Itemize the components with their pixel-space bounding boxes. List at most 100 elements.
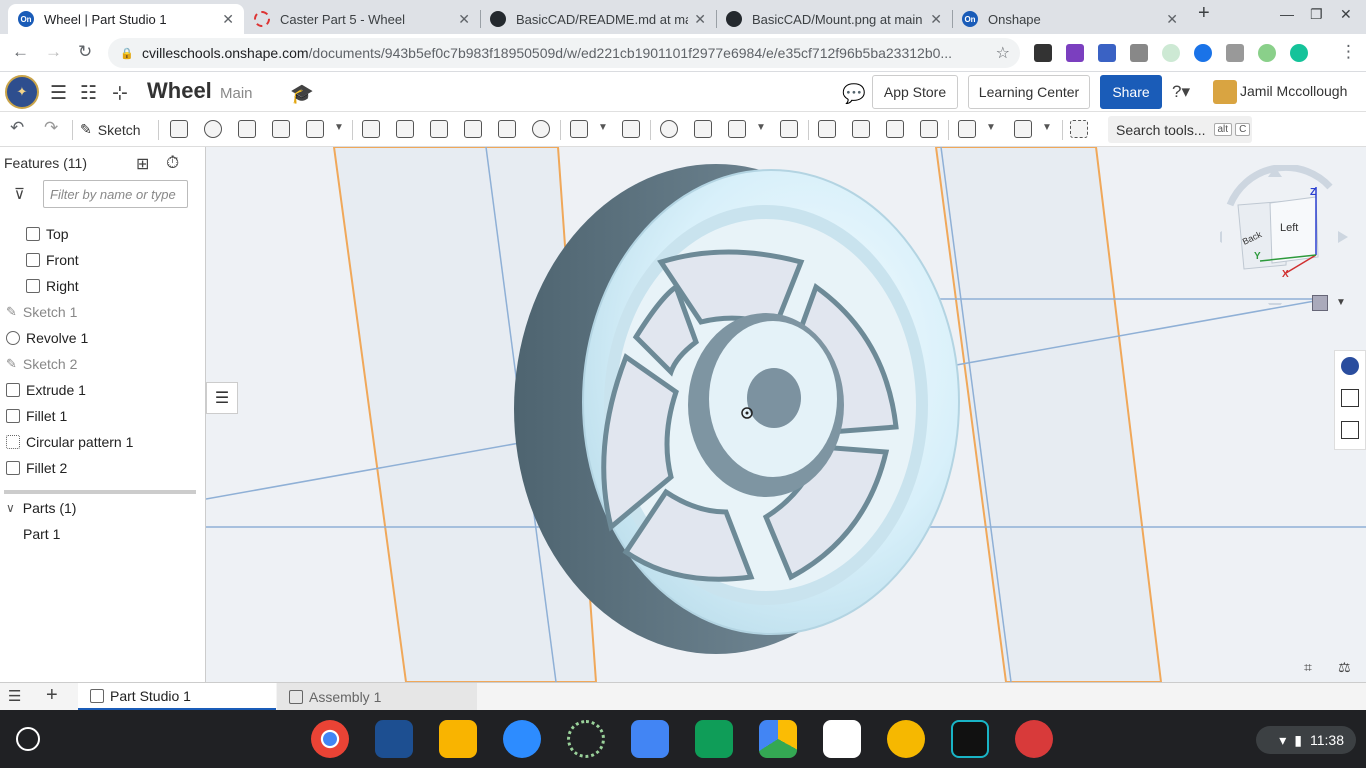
fillet-icon[interactable] bbox=[362, 120, 380, 138]
app-icon[interactable] bbox=[567, 720, 605, 758]
bom-icon[interactable] bbox=[1341, 389, 1359, 407]
close-window-icon[interactable]: ✕ bbox=[1340, 6, 1352, 23]
feature-item-fillet-2[interactable]: Fillet 2 bbox=[0, 455, 204, 481]
close-icon[interactable]: ✕ bbox=[458, 11, 470, 28]
mirror-icon[interactable] bbox=[622, 120, 640, 138]
new-tab-icon[interactable]: + bbox=[1198, 2, 1210, 25]
extension-icon[interactable] bbox=[1162, 44, 1180, 62]
modify-fillet-icon[interactable] bbox=[818, 120, 836, 138]
chevron-down-icon[interactable]: ▼ bbox=[1336, 297, 1346, 308]
minimize-icon[interactable]: — bbox=[1280, 6, 1294, 22]
close-icon[interactable]: ✕ bbox=[930, 11, 942, 28]
feature-item-sketch-2[interactable]: ✎ Sketch 2 bbox=[0, 351, 204, 377]
chamfer-icon[interactable] bbox=[396, 120, 414, 138]
draft-icon[interactable] bbox=[430, 120, 448, 138]
rollback-timer-icon[interactable]: ⏱ bbox=[166, 153, 179, 173]
browser-tab-onshape[interactable]: On Onshape ✕ bbox=[952, 4, 1188, 34]
chrome-app-icon[interactable] bbox=[311, 720, 349, 758]
user-name[interactable]: Jamil Mccollough bbox=[1240, 83, 1347, 99]
move-face-icon[interactable] bbox=[886, 120, 904, 138]
redo-icon[interactable]: ↷ bbox=[44, 118, 58, 138]
parts-header[interactable]: ∨ Parts (1) bbox=[0, 495, 204, 521]
feature-panel-toggle-icon[interactable]: ☰ bbox=[206, 382, 238, 414]
reload-icon[interactable]: ↻ bbox=[78, 42, 92, 62]
illuminate-app-icon[interactable] bbox=[823, 720, 861, 758]
insert-icon[interactable]: ⊹ bbox=[112, 82, 128, 105]
shell-icon[interactable] bbox=[498, 120, 516, 138]
delete-face-icon[interactable] bbox=[852, 120, 870, 138]
feature-item-front[interactable]: Front bbox=[0, 247, 204, 273]
url-bar[interactable]: 🔒 cvilleschools.onshape.com /documents/9… bbox=[108, 38, 1020, 68]
app-icon[interactable] bbox=[375, 720, 413, 758]
extrude-icon[interactable] bbox=[170, 120, 188, 138]
maximize-icon[interactable]: ❐ bbox=[1310, 6, 1323, 23]
delete-part-icon[interactable] bbox=[780, 120, 798, 138]
appearance-icon[interactable] bbox=[1341, 357, 1359, 375]
sheets-app-icon[interactable] bbox=[695, 720, 733, 758]
hamburger-menu-icon[interactable]: ☰ bbox=[50, 82, 67, 105]
measure-icon[interactable]: ⌗ bbox=[1304, 659, 1312, 676]
shield-extension-icon[interactable] bbox=[1194, 44, 1212, 62]
extension-icon[interactable] bbox=[1226, 44, 1244, 62]
tab-list-icon[interactable]: ☰ bbox=[8, 687, 21, 705]
learning-center-button[interactable]: Learning Center bbox=[968, 75, 1090, 109]
revolve-icon[interactable] bbox=[204, 120, 222, 138]
browser-tab-mount[interactable]: BasicCAD/Mount.png at main ✕ bbox=[716, 4, 952, 34]
add-element-icon[interactable]: + bbox=[46, 684, 58, 707]
add-folder-icon[interactable]: ⊞ bbox=[136, 154, 149, 174]
chevron-down-icon[interactable]: ▼ bbox=[598, 122, 608, 133]
chevron-down-icon[interactable]: ▼ bbox=[986, 122, 996, 133]
slides-app-icon[interactable] bbox=[439, 720, 477, 758]
tab-part-studio-1[interactable]: Part Studio 1 bbox=[78, 683, 276, 710]
code-app-icon[interactable] bbox=[951, 720, 989, 758]
loft-icon[interactable] bbox=[272, 120, 290, 138]
feature-item-fillet-1[interactable]: Fillet 1 bbox=[0, 403, 204, 429]
app-icon[interactable] bbox=[1015, 720, 1053, 758]
forward-arrow-icon[interactable]: → bbox=[45, 42, 62, 62]
chevron-down-icon[interactable]: ▼ bbox=[334, 122, 344, 133]
school-logo-icon[interactable]: ✦ bbox=[5, 75, 39, 109]
rib-icon[interactable] bbox=[464, 120, 482, 138]
pattern-icon[interactable] bbox=[570, 120, 588, 138]
browser-tab-readme[interactable]: BasicCAD/README.md at main ✕ bbox=[480, 4, 716, 34]
chevron-down-icon[interactable]: ▼ bbox=[756, 122, 766, 133]
grammarly-extension-icon[interactable] bbox=[1290, 44, 1308, 62]
extension-icon[interactable] bbox=[1098, 44, 1116, 62]
browser-tab-wheel-part-studio[interactable]: On Wheel | Part Studio 1 ✕ bbox=[8, 4, 244, 34]
extension-icon[interactable] bbox=[1258, 44, 1276, 62]
mate-connector-icon[interactable] bbox=[1014, 120, 1032, 138]
filter-icon[interactable]: ⊽ bbox=[14, 185, 25, 203]
filter-input[interactable] bbox=[43, 180, 188, 208]
share-button[interactable]: Share bbox=[1100, 75, 1162, 109]
rollback-bar[interactable] bbox=[4, 490, 196, 494]
sketch-button[interactable]: ✎ Sketch bbox=[80, 117, 141, 142]
add-custom-feature-icon[interactable] bbox=[1070, 120, 1088, 138]
transform-icon[interactable] bbox=[728, 120, 746, 138]
close-icon[interactable]: ✕ bbox=[694, 11, 706, 28]
launcher-icon[interactable] bbox=[16, 727, 40, 751]
mass-properties-icon[interactable]: ⚖ bbox=[1338, 659, 1351, 676]
qr-code-extension-icon[interactable] bbox=[1034, 44, 1052, 62]
boolean-icon[interactable] bbox=[660, 120, 678, 138]
feature-item-right[interactable]: Right bbox=[0, 273, 204, 299]
back-arrow-icon[interactable]: ← bbox=[12, 42, 29, 62]
feature-item-extrude-1[interactable]: Extrude 1 bbox=[0, 377, 204, 403]
part-item[interactable]: Part 1 bbox=[0, 521, 204, 547]
avatar[interactable] bbox=[1213, 80, 1237, 104]
docs-app-icon[interactable] bbox=[631, 720, 669, 758]
close-icon[interactable]: ✕ bbox=[1166, 11, 1178, 28]
configurations-icon[interactable] bbox=[1341, 421, 1359, 439]
plane-icon[interactable] bbox=[958, 120, 976, 138]
feature-item-top[interactable]: Top bbox=[0, 221, 204, 247]
extension-icon[interactable] bbox=[1130, 44, 1148, 62]
replace-face-icon[interactable] bbox=[920, 120, 938, 138]
view-mode-cube-icon[interactable] bbox=[1312, 295, 1328, 311]
feature-item-circular-pattern-1[interactable]: Circular pattern 1 bbox=[0, 429, 204, 455]
thicken-icon[interactable] bbox=[306, 120, 324, 138]
education-cap-icon[interactable]: 🎓 bbox=[290, 82, 314, 106]
chevron-down-icon[interactable]: ▼ bbox=[1042, 122, 1052, 133]
extension-icon[interactable] bbox=[1066, 44, 1084, 62]
tab-assembly-1[interactable]: Assembly 1 bbox=[277, 683, 477, 710]
feature-list-icon[interactable]: ☷ bbox=[80, 82, 97, 105]
keep-app-icon[interactable] bbox=[887, 720, 925, 758]
